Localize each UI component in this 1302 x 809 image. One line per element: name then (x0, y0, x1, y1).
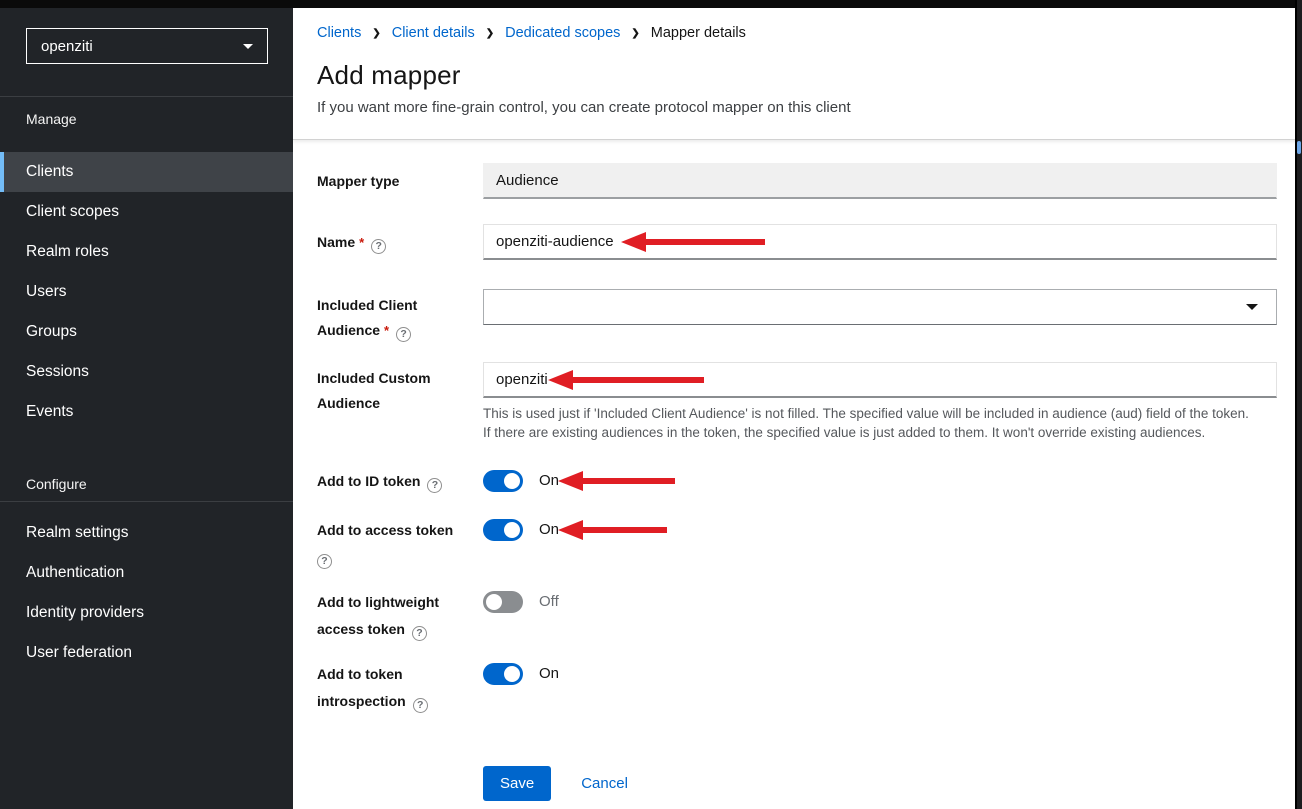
form-actions-row: Save Cancel (317, 766, 1277, 801)
chevron-down-icon (1246, 304, 1258, 310)
add-mapper-form: Mapper type Name * Included Client Audien… (293, 140, 1302, 801)
breadcrumb: Clients ❯ Client details ❯ Dedicated sco… (317, 25, 1277, 41)
manage-nav-list: Clients Client scopes Realm roles Users … (0, 152, 293, 432)
included-client-audience-label-line1: Included Client (317, 293, 483, 318)
main-content: Clients ❯ Client details ❯ Dedicated sco… (293, 8, 1302, 809)
sidebar-item-authentication[interactable]: Authentication (0, 553, 293, 593)
breadcrumb-dedicated-scopes[interactable]: Dedicated scopes (505, 25, 620, 41)
chevron-down-icon (243, 44, 253, 49)
page-title: Add mapper (317, 60, 1277, 91)
included-client-audience-select[interactable] (483, 289, 1277, 325)
scrollbar-thumb[interactable] (1297, 141, 1301, 154)
sidebar-item-realm-roles[interactable]: Realm roles (0, 232, 293, 272)
nav-divider (0, 501, 293, 502)
help-icon[interactable] (371, 239, 386, 254)
included-client-audience-label-line2: Audience (317, 322, 380, 338)
toggle-state-label: On (539, 663, 559, 685)
add-to-id-token-row: Add to ID token On (317, 470, 1277, 492)
breadcrumb-separator-icon: ❯ (372, 28, 380, 39)
add-to-access-token-row: Add to access token On (317, 519, 1277, 541)
add-to-token-introspection-label-line2: introspection (317, 693, 406, 709)
sidebar-item-sessions[interactable]: Sessions (0, 352, 293, 392)
sidebar-item-users[interactable]: Users (0, 272, 293, 312)
add-to-access-token-toggle[interactable] (483, 519, 523, 541)
add-to-lightweight-label-line2: access token (317, 621, 405, 637)
scrollbar[interactable] (1295, 0, 1302, 809)
mapper-type-row: Mapper type (317, 163, 1277, 199)
add-to-lightweight-access-token-row: Add to lightweight access token Off (317, 591, 1277, 613)
breadcrumb-mapper-details: Mapper details (651, 25, 746, 41)
add-to-id-token-label: Add to ID token (317, 473, 420, 489)
realm-selector-dropdown[interactable]: openziti (26, 28, 268, 64)
page-header: Clients ❯ Client details ❯ Dedicated sco… (293, 8, 1302, 140)
realm-selector-value: openziti (41, 38, 93, 55)
add-to-lightweight-label-line1: Add to lightweight (317, 591, 483, 613)
sidebar-item-realm-settings[interactable]: Realm settings (0, 513, 293, 553)
toggle-state-label: On (539, 519, 559, 541)
help-icon[interactable] (413, 698, 428, 713)
breadcrumb-separator-icon: ❯ (486, 28, 494, 39)
included-custom-audience-helper: This is used just if 'Included Client Au… (483, 404, 1277, 442)
included-custom-audience-row: Included Custom Audience This is used ju… (317, 362, 1277, 442)
add-to-access-token-label: Add to access token (317, 519, 483, 541)
sidebar-item-identity-providers[interactable]: Identity providers (0, 593, 293, 633)
add-to-lightweight-access-token-toggle[interactable] (483, 591, 523, 613)
help-icon[interactable] (427, 478, 442, 493)
sidebar-item-clients[interactable]: Clients (0, 152, 293, 192)
sidebar-item-events[interactable]: Events (0, 392, 293, 432)
sidebar-item-groups[interactable]: Groups (0, 312, 293, 352)
toggle-state-label: On (539, 470, 559, 492)
name-label: Name (317, 234, 355, 250)
annotation-arrow-icon (558, 471, 675, 491)
sidebar-item-client-scopes[interactable]: Client scopes (0, 192, 293, 232)
included-custom-audience-label-line2: Audience (317, 391, 483, 416)
masthead-bar (0, 0, 1302, 8)
nav-section-configure: Configure (0, 432, 293, 492)
mapper-type-label: Mapper type (317, 163, 483, 199)
page-subtitle: If you want more fine-grain control, you… (317, 99, 1277, 116)
helper-line2: If there are existing audiences in the t… (483, 423, 1277, 442)
add-to-id-token-toggle[interactable] (483, 470, 523, 492)
sidebar-item-user-federation[interactable]: User federation (0, 633, 293, 673)
nav-section-manage: Manage (0, 97, 293, 127)
required-asterisk: * (359, 235, 364, 250)
configure-nav-list: Realm settings Authentication Identity p… (0, 513, 293, 673)
included-custom-audience-label-line1: Included Custom (317, 366, 483, 391)
add-to-token-introspection-row: Add to token introspection On (317, 663, 1277, 685)
help-icon[interactable] (317, 554, 332, 569)
add-to-token-introspection-label-line1: Add to token (317, 663, 483, 685)
toggle-state-label: Off (539, 591, 559, 613)
sidebar: openziti Manage Clients Client scopes Re… (0, 8, 293, 809)
help-icon[interactable] (412, 626, 427, 641)
name-row: Name * (317, 224, 1277, 260)
breadcrumb-separator-icon: ❯ (631, 28, 639, 39)
helper-line1: This is used just if 'Included Client Au… (483, 404, 1277, 423)
cancel-button[interactable]: Cancel (581, 766, 628, 801)
mapper-type-input (483, 163, 1277, 199)
required-asterisk: * (384, 323, 389, 338)
annotation-arrow-icon (558, 520, 667, 540)
breadcrumb-clients[interactable]: Clients (317, 25, 361, 41)
save-button[interactable]: Save (483, 766, 551, 801)
name-input[interactable] (483, 224, 1277, 260)
help-icon[interactable] (396, 327, 411, 342)
included-client-audience-row: Included Client Audience* (317, 289, 1277, 325)
breadcrumb-client-details[interactable]: Client details (392, 25, 475, 41)
add-to-token-introspection-toggle[interactable] (483, 663, 523, 685)
included-custom-audience-input[interactable] (483, 362, 1277, 398)
